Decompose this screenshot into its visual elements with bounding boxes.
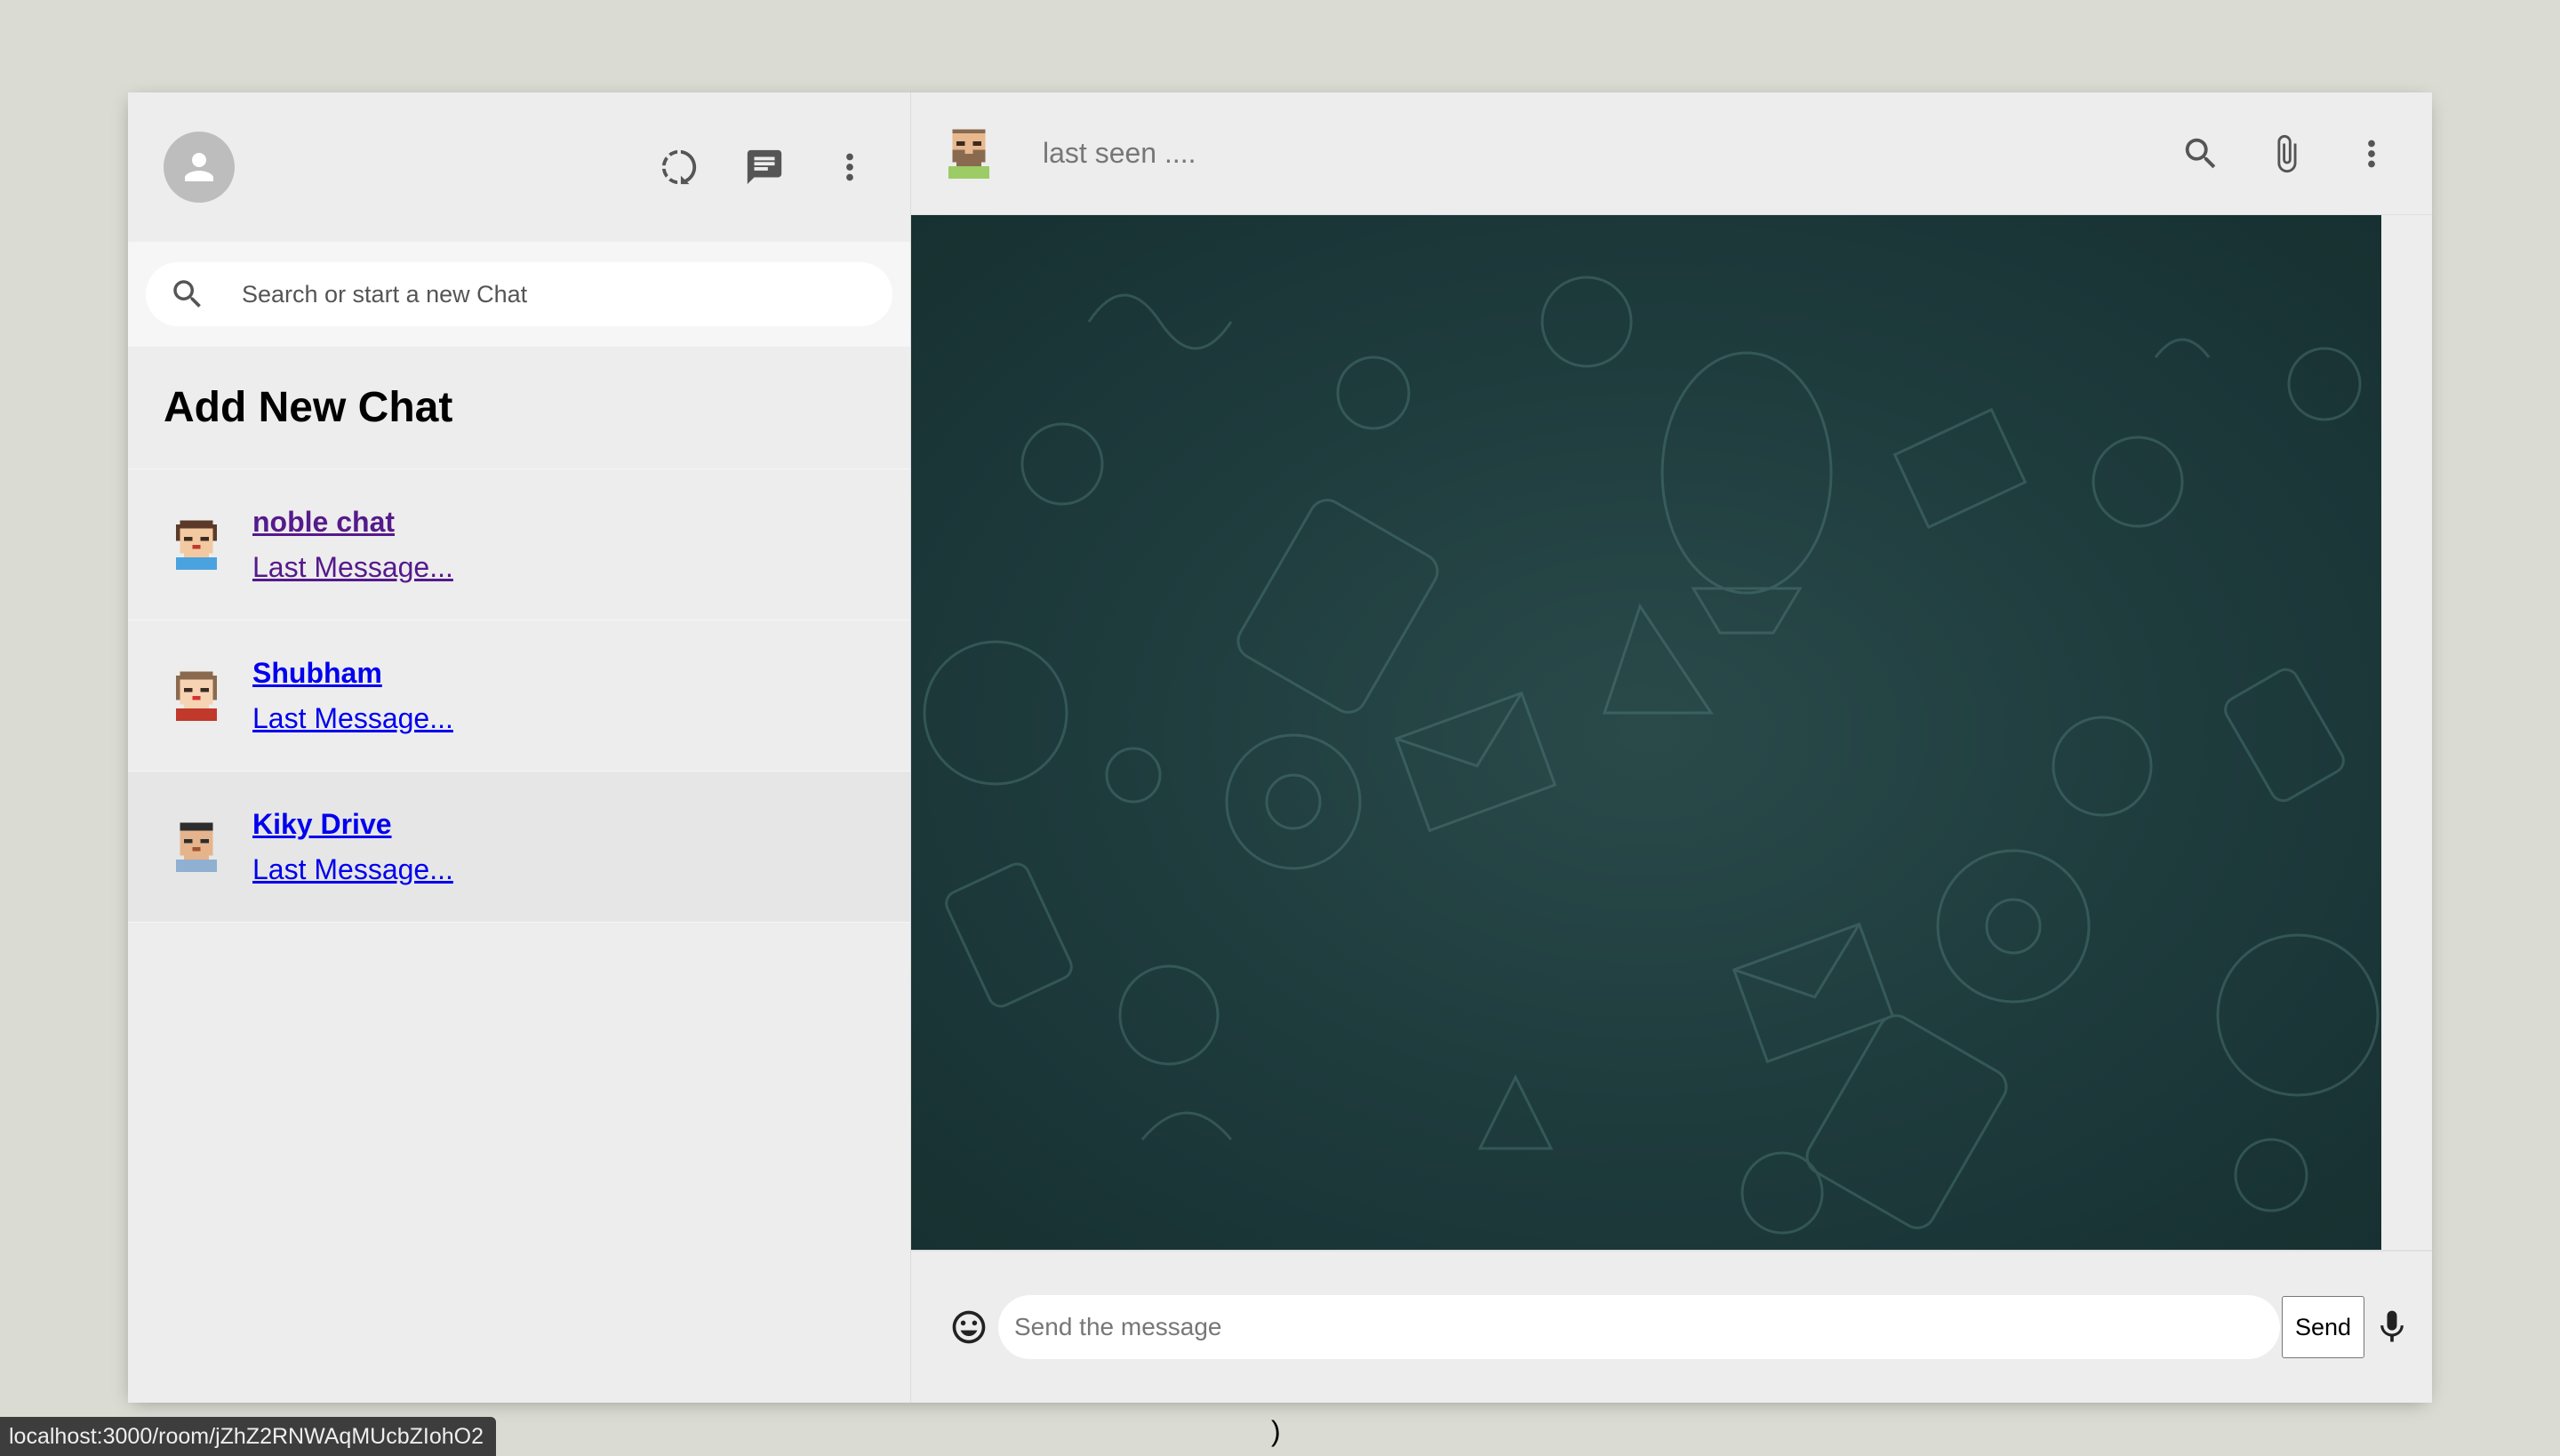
chat-footer: Send <box>911 1250 2432 1403</box>
send-button[interactable]: Send <box>2281 1296 2364 1358</box>
sidebar-header-actions <box>654 142 875 192</box>
search-container <box>146 262 892 326</box>
chat-menu-button[interactable] <box>2347 129 2396 179</box>
attach-file-icon <box>2277 134 2297 172</box>
chat-row[interactable]: Shubham Last Message... <box>128 620 910 772</box>
last-seen-status: last seen .... <box>1043 137 1196 169</box>
mic-button[interactable] <box>2372 1307 2412 1348</box>
chat-name[interactable]: Kiky Drive <box>252 808 453 841</box>
browser-status-url: localhost:3000/room/jZhZ2RNWAqMUcbZIohO2 <box>0 1417 496 1456</box>
chat-info: noble chat Last Message... <box>252 506 453 584</box>
sidebar-search <box>128 242 910 347</box>
contact-avatar[interactable] <box>936 121 1002 187</box>
chat-avatar <box>175 670 218 721</box>
add-new-chat-label: Add New Chat <box>164 384 453 431</box>
sidebar-header <box>128 92 910 242</box>
chat-background-doodles <box>923 276 2380 1235</box>
message-input[interactable] <box>998 1295 2280 1359</box>
chat-avatar <box>175 519 218 570</box>
mic-icon <box>2380 1310 2404 1342</box>
more-vert-icon <box>2368 140 2375 167</box>
search-icon <box>173 280 201 308</box>
emoji-icon <box>952 1310 986 1344</box>
sidebar-menu-button[interactable] <box>825 142 875 192</box>
chat-search-button[interactable] <box>2176 129 2226 179</box>
chat-info: Shubham Last Message... <box>252 657 453 735</box>
chat-name[interactable]: noble chat <box>252 506 453 539</box>
search-icon <box>2185 138 2216 168</box>
sidebar: Add New Chat noble chat Last <box>128 92 911 1403</box>
chat-name[interactable]: Shubham <box>252 657 453 690</box>
person-icon <box>185 153 213 181</box>
chat-icon <box>747 149 782 185</box>
chat-header-actions <box>2176 129 2396 179</box>
status-button[interactable] <box>654 142 704 192</box>
more-vert-icon <box>846 153 853 181</box>
chat-info: Kiky Drive Last Message... <box>252 808 453 886</box>
chat-last-message[interactable]: Last Message... <box>252 551 453 584</box>
chat-row[interactable]: noble chat Last Message... <box>128 469 910 620</box>
chat-header: last seen .... <box>911 92 2432 215</box>
status-icon <box>661 149 697 185</box>
chat-row[interactable]: Kiky Drive Last Message... <box>128 772 910 923</box>
app-window: Add New Chat noble chat Last <box>128 92 2432 1403</box>
chat-avatar <box>175 821 218 872</box>
chat-last-message[interactable]: Last Message... <box>252 853 453 886</box>
new-chat-button[interactable] <box>740 142 789 192</box>
chat-messages-area <box>911 215 2381 1250</box>
chat-panel: last seen .... Send the message Send <box>911 92 2432 1403</box>
attach-file-button[interactable] <box>2261 129 2311 179</box>
chat-list: Add New Chat noble chat Last Message... … <box>128 347 910 1403</box>
chat-last-message[interactable]: Last Message... <box>252 702 453 735</box>
add-new-chat[interactable]: Add New Chat <box>128 347 910 469</box>
stray-text: ) <box>1271 1415 1281 1447</box>
emoji-button[interactable] <box>948 1307 989 1348</box>
search-input[interactable] <box>240 279 869 309</box>
user-avatar[interactable] <box>164 132 235 203</box>
